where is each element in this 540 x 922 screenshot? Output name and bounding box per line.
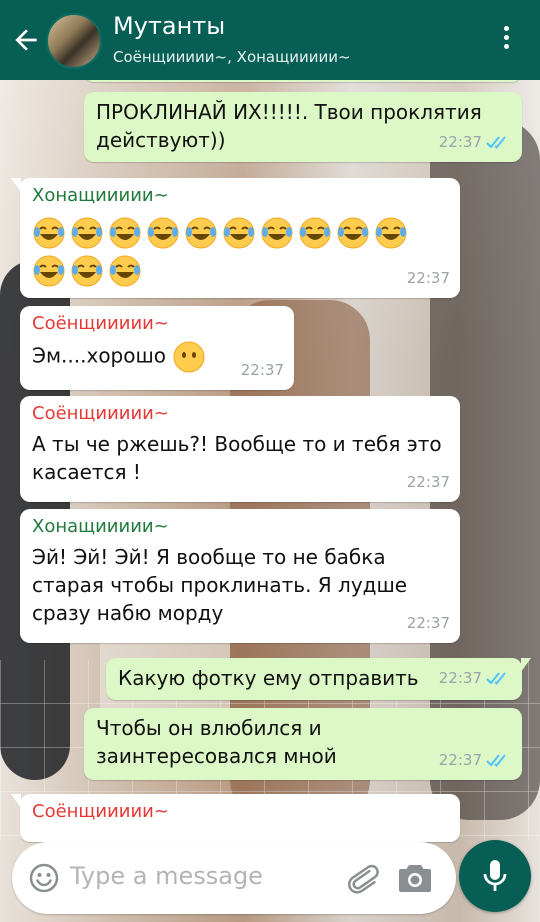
message-bubble-incoming[interactable]: Хонащиииии~ Эй! Эй! Эй! Я вообще то не б…: [20, 509, 460, 643]
tears-of-joy-emoji: [223, 217, 255, 248]
tears-of-joy-emoji: [261, 217, 293, 248]
message-time: 22:37: [438, 669, 482, 687]
message-text: А ты че ржешь?! Вообще то и тебя это кас…: [32, 432, 442, 484]
no-mouth-emoji: [173, 341, 205, 373]
chat-title[interactable]: Мутанты: [113, 12, 225, 40]
message-time: 22:37: [406, 614, 450, 632]
message-text: ПРОКЛИНАЙ ИХ!!!!!. Твои проклятия действ…: [96, 100, 482, 152]
message-meta: 22:37: [241, 356, 284, 384]
message-text: Эм....хорошо: [32, 343, 167, 368]
bubble-tail: [11, 178, 21, 192]
emoji-content: [32, 212, 432, 288]
mic-icon: [483, 860, 507, 891]
sender-name: Соёнщиииии~: [32, 313, 169, 334]
tears-of-joy-emoji: [109, 217, 141, 248]
tears-of-joy-emoji: [71, 255, 103, 286]
group-avatar[interactable]: [46, 13, 102, 69]
double-check-icon: [486, 672, 506, 685]
tears-of-joy-emoji: [33, 217, 65, 248]
tears-of-joy-emoji: [299, 217, 331, 248]
message-bubble-outgoing[interactable]: Какую фотку ему отправить 22:37: [106, 658, 531, 700]
bubble-tail: [521, 658, 531, 672]
sender-name: Соёнщиииии~: [32, 403, 169, 424]
menu-dots-icon[interactable]: [498, 26, 514, 56]
message-time: 22:37: [406, 269, 450, 287]
message-time: 22:37: [240, 361, 284, 379]
sender-name: Соёнщиииии~: [32, 801, 169, 822]
message-bubble-incoming[interactable]: Соёнщиииии~ А ты че ржешь?! Вообще то и …: [20, 396, 460, 502]
message-bubble-outgoing[interactable]: Чтобы он влюбился и заинтересовался мной…: [84, 708, 522, 780]
double-check-icon: [486, 136, 506, 149]
message-input[interactable]: Type a message: [70, 862, 263, 890]
camera-icon[interactable]: [398, 862, 432, 894]
message-meta: 22:37: [439, 128, 512, 156]
sender-name: Хонащиииии~: [32, 185, 169, 206]
tears-of-joy-emoji: [185, 217, 217, 248]
message-text: Эй! Эй! Эй! Я вообще то не бабка старая …: [32, 545, 408, 625]
attach-clip-icon[interactable]: [344, 860, 380, 896]
message-text: Чтобы он влюбился и заинтересовался мной: [96, 716, 337, 768]
tears-of-joy-emoji: [109, 255, 141, 286]
sender-name: Хонащиииии~: [32, 516, 169, 537]
back-arrow-icon[interactable]: [10, 24, 42, 56]
chat-header: Мутанты Соёнщиииии~, Хонащиииии~: [0, 0, 540, 80]
message-meta: 22:37: [439, 664, 512, 692]
message-meta: 22:37: [407, 468, 450, 496]
bubble-tail: [11, 794, 21, 808]
message-time: 22:37: [406, 473, 450, 491]
message-time: 22:37: [438, 751, 482, 769]
tears-of-joy-emoji: [375, 217, 407, 248]
message-meta: 22:37: [407, 264, 450, 292]
double-check-icon: [486, 754, 506, 767]
message-bubble-incoming[interactable]: Соёнщиииии~ Эм....хорошо 22:37: [20, 306, 294, 390]
tears-of-joy-emoji: [33, 255, 65, 286]
mic-button[interactable]: [459, 840, 531, 912]
message-composer: Type a message: [12, 842, 456, 914]
tears-of-joy-emoji: [147, 217, 179, 248]
message-meta: 22:37: [407, 609, 450, 637]
message-bubble-incoming-partial[interactable]: Соёнщиииии~: [11, 794, 460, 842]
tears-of-joy-emoji: [71, 217, 103, 248]
message-bubble-outgoing[interactable]: ПРОКЛИНАЙ ИХ!!!!!. Твои проклятия действ…: [84, 92, 522, 162]
message-time: 22:37: [438, 133, 482, 151]
chat-members[interactable]: Соёнщиииии~, Хонащиииии~: [113, 48, 351, 66]
message-meta: 22:37: [439, 746, 512, 774]
tears-of-joy-emoji: [337, 217, 369, 248]
message-bubble-incoming[interactable]: Хонащиииии~ 22:37: [11, 178, 460, 298]
smiley-icon[interactable]: [28, 862, 60, 894]
